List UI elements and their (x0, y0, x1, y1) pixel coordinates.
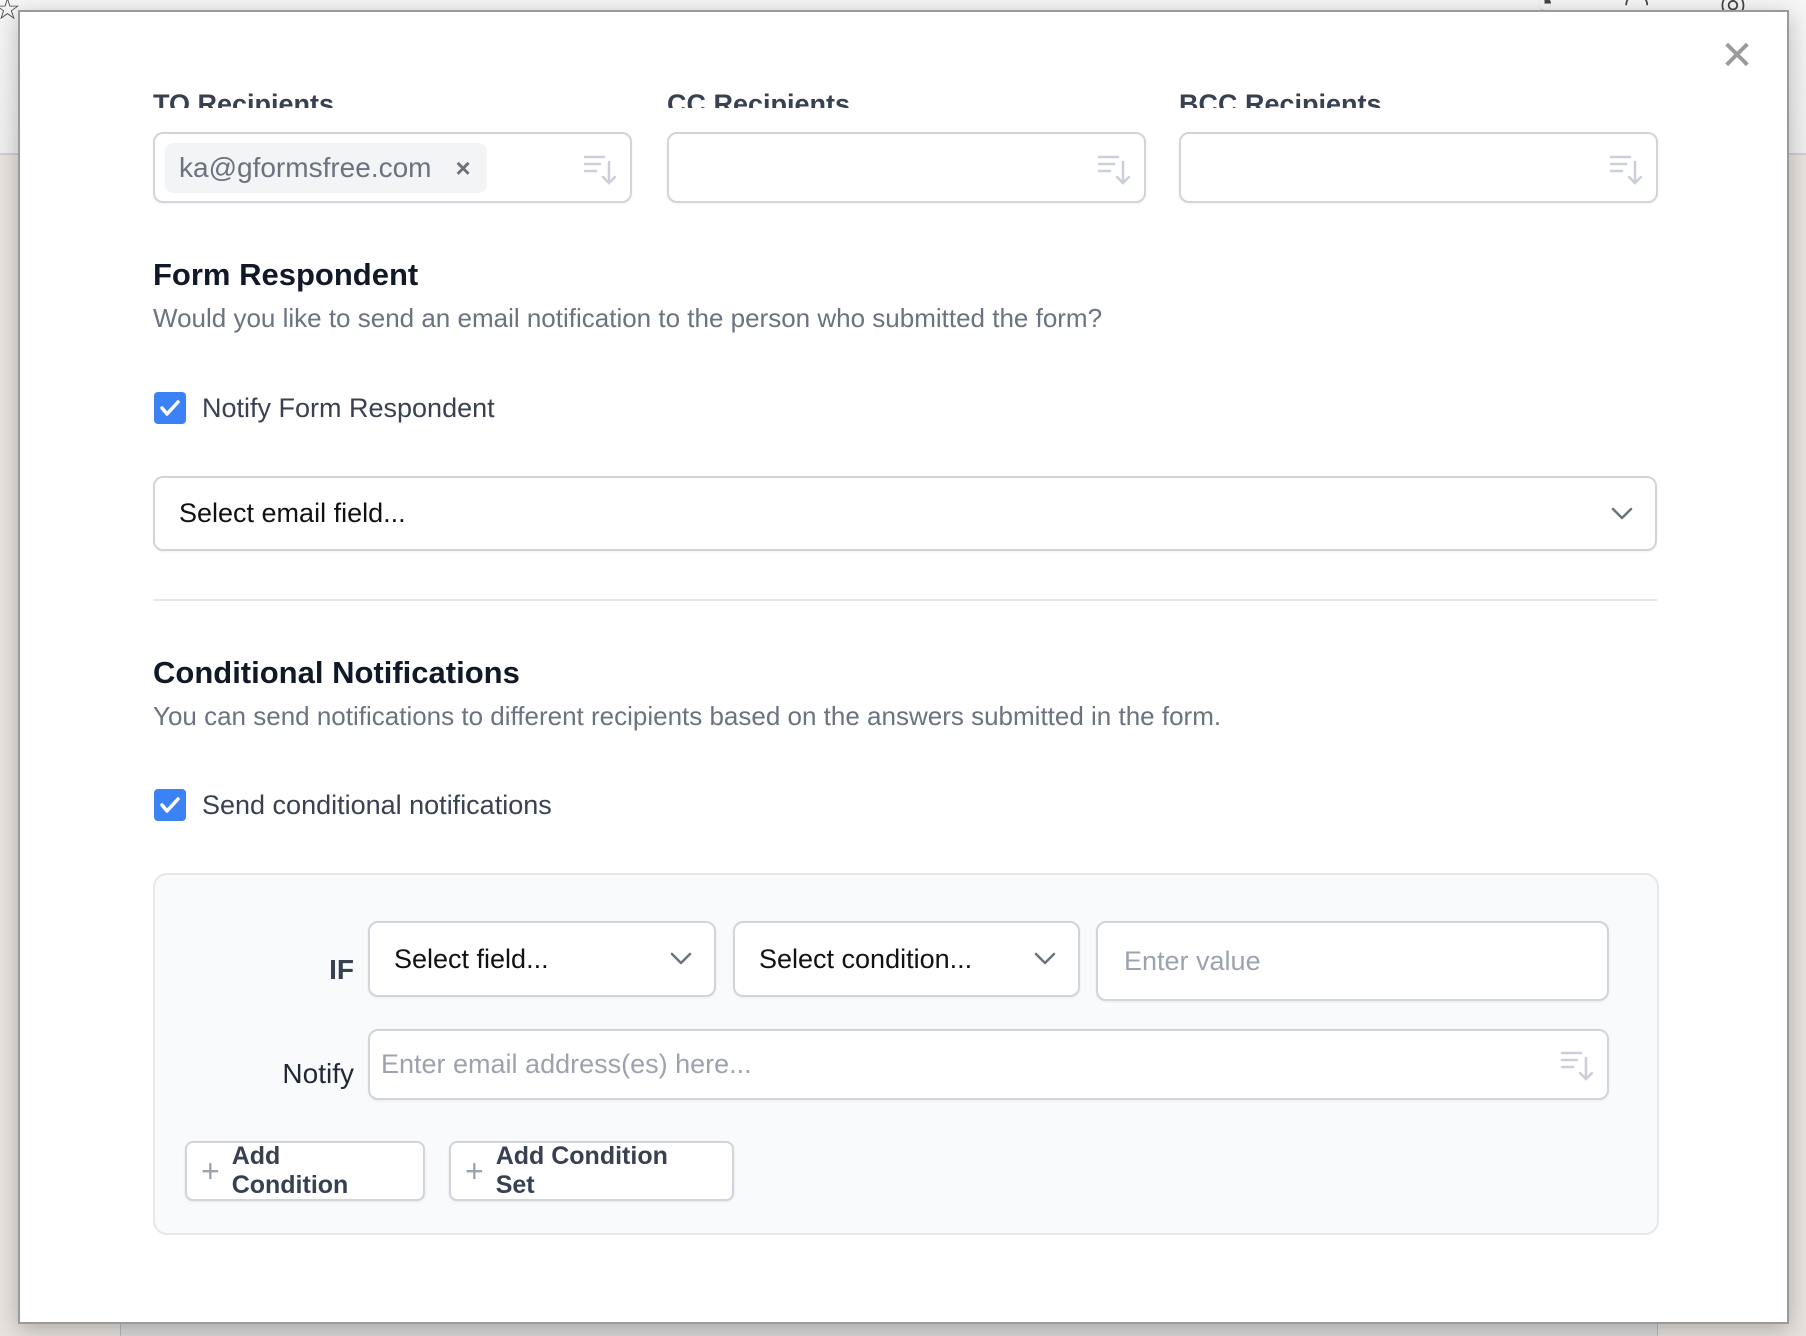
notify-respondent-label: Notify Form Respondent (202, 392, 495, 423)
conditional-notifications-description: You can send notifications to different … (153, 701, 1222, 731)
chevron-down-icon (670, 952, 692, 965)
cc-recipients-label: CC Recipients (667, 89, 851, 108)
conditional-notifications-heading: Conditional Notifications (153, 655, 520, 690)
plus-icon: + (201, 1153, 220, 1189)
notify-label: Notify (282, 1058, 354, 1089)
plus-icon: + (465, 1153, 484, 1189)
condition-value-placeholder: Enter value (1124, 945, 1261, 976)
add-condition-set-label: Add Condition Set (495, 1142, 668, 1199)
chip-remove-icon[interactable]: × (456, 153, 471, 184)
add-condition-button[interactable]: + Add Condition (185, 1141, 425, 1201)
form-respondent-heading: Form Respondent (153, 257, 419, 292)
notify-emails-input[interactable]: Enter email address(es) here... (368, 1029, 1609, 1100)
conditional-checkbox-row[interactable]: Send conditional notifications (154, 789, 552, 821)
sort-down-icon[interactable] (1096, 152, 1130, 186)
field-select[interactable]: Select field... (368, 921, 716, 997)
chevron-down-icon (1034, 952, 1056, 965)
field-select-value: Select field... (394, 943, 549, 974)
conditional-notifications-label: Send conditional notifications (202, 789, 552, 820)
add-condition-set-button[interactable]: + Add Condition Set (449, 1141, 734, 1201)
bcc-recipients-label: BCC Recipients (1179, 89, 1382, 108)
notify-emails-placeholder: Enter email address(es) here... (381, 1049, 752, 1079)
notify-respondent-checkbox-row[interactable]: Notify Form Respondent (154, 392, 495, 424)
cc-recipients-input[interactable] (667, 132, 1146, 203)
to-recipients-label: TO Recipients (153, 89, 335, 108)
sort-down-icon[interactable] (1608, 152, 1642, 186)
section-divider (153, 599, 1657, 601)
condition-select[interactable]: Select condition... (733, 921, 1080, 997)
notification-settings-modal: ✕ TO Recipients CC Recipients BCC Recipi… (18, 10, 1789, 1324)
checkmark-icon (160, 400, 180, 416)
form-respondent-description: Would you like to send an email notifica… (153, 303, 1103, 333)
checkmark-icon (160, 797, 180, 813)
condition-select-value: Select condition... (759, 943, 973, 974)
if-label: IF (329, 954, 354, 985)
chip-email: ka@gformsfree.com (179, 152, 432, 183)
email-field-select-value: Select email field... (179, 498, 406, 528)
condition-value-input[interactable]: Enter value (1096, 921, 1609, 1001)
close-icon[interactable]: ✕ (1717, 36, 1757, 76)
conditional-notifications-checkbox[interactable] (154, 789, 186, 821)
email-field-select[interactable]: Select email field... (153, 476, 1657, 551)
to-recipients-input[interactable]: ka@gformsfree.com × (153, 132, 632, 203)
recipient-chip: ka@gformsfree.com × (165, 143, 487, 193)
sort-down-icon[interactable] (1559, 1048, 1593, 1082)
sort-down-icon[interactable] (582, 152, 616, 186)
chevron-down-icon (1611, 507, 1633, 519)
bcc-recipients-input[interactable] (1179, 132, 1658, 203)
add-condition-label: Add Condition (231, 1142, 349, 1199)
notify-respondent-checkbox[interactable] (154, 392, 186, 424)
